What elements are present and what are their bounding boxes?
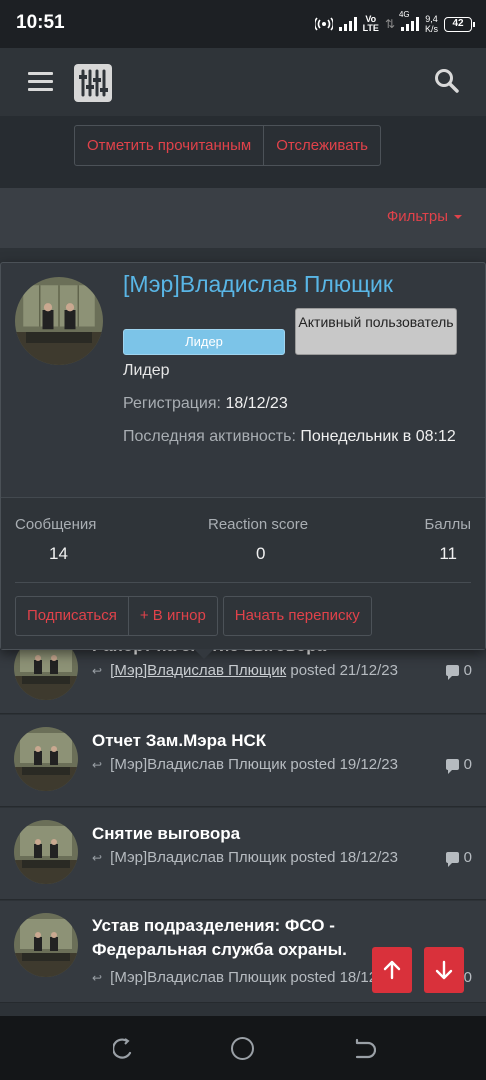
divider xyxy=(15,582,471,583)
avatar[interactable] xyxy=(14,727,78,791)
thread-row[interactable]: Отчет Зам.Мэра НСК ↩ [Мэр]Владислав Плющ… xyxy=(0,715,486,807)
thread-author[interactable]: [Мэр]Владислав Плющик xyxy=(110,756,286,773)
member-stats: Сообщения 14 Reaction score 0 Баллы 11 П… xyxy=(1,497,485,649)
thread-meta: ↩ [Мэр]Владислав Плющик posted 21/12/23 xyxy=(92,662,398,679)
arrow-up-icon xyxy=(383,960,401,980)
hamburger-icon[interactable] xyxy=(28,72,53,92)
filters-dropdown[interactable]: Фильтры xyxy=(387,208,462,225)
thread-meta: ↩ [Мэр]Владислав Плющик posted 19/12/23 xyxy=(92,756,398,773)
start-conversation-button[interactable]: Начать переписку xyxy=(222,596,372,636)
app-header xyxy=(0,48,486,116)
filter-bar: Фильтры xyxy=(0,188,486,248)
net-speed: 9,4 K/s xyxy=(424,14,438,34)
member-actions: Подписаться + В игнор Начать переписку xyxy=(15,596,372,636)
member-role: Лидер xyxy=(123,362,170,379)
scroll-top-button[interactable] xyxy=(372,947,412,993)
battery-icon: 42 xyxy=(444,16,475,32)
thread-title[interactable]: Отчет Зам.Мэра НСК xyxy=(92,729,382,753)
mark-read-button[interactable]: Отметить прочитанным xyxy=(75,126,263,165)
back-icon[interactable] xyxy=(354,1038,376,1060)
forum-button-group: Отметить прочитанным Отслеживать xyxy=(74,125,381,166)
stat-messages-value: 14 xyxy=(49,544,68,563)
stat-points-label: Баллы xyxy=(424,516,471,533)
thread-row[interactable]: Устав подразделения: ФСО - Федеральная с… xyxy=(0,901,486,1003)
last-activity-info: Последняя активность: Понедельник в 08:1… xyxy=(123,428,456,445)
thread-row[interactable]: Снятие выговора ↩ [Мэр]Владислав Плющик … xyxy=(0,808,486,900)
reply-icon: ↩ xyxy=(92,664,103,678)
home-icon[interactable] xyxy=(231,1037,254,1060)
avatar[interactable] xyxy=(14,913,78,977)
system-nav-bar xyxy=(0,1016,486,1080)
status-icons: Vo LTE ⇅ 4G 9,4 K/s 42 xyxy=(314,10,475,36)
forum-actions-bar: Отметить прочитанным Отслеживать xyxy=(0,116,486,188)
comment-icon xyxy=(445,665,459,680)
reply-count: 0 xyxy=(445,849,472,867)
reply-icon: ↩ xyxy=(92,971,103,985)
active-user-badge: Активный пользователь xyxy=(295,308,457,355)
reply-count: 0 xyxy=(445,756,472,774)
volte-indicator: Vo LTE xyxy=(362,14,379,33)
thread-date: posted 18/12/23 xyxy=(290,849,398,866)
search-icon[interactable] xyxy=(434,68,460,94)
stat-messages-label: Сообщения xyxy=(15,516,97,533)
thread-date: posted 21/12/23 xyxy=(290,662,398,679)
signal-icon xyxy=(338,17,357,31)
leader-badge: Лидер xyxy=(123,329,285,355)
member-avatar[interactable] xyxy=(15,277,103,365)
member-name[interactable]: [Мэр]Владислав Плющик xyxy=(123,271,393,298)
arrow-down-icon xyxy=(435,960,453,980)
stat-reaction-value: 0 xyxy=(256,544,266,563)
equalizer-logo[interactable] xyxy=(74,64,112,102)
member-tooltip: [Мэр]Владислав Плющик Активный пользоват… xyxy=(0,262,486,650)
thread-meta: ↩ [Мэр]Владислав Плющик posted 18/12/23 xyxy=(92,969,398,986)
filters-label: Фильтры xyxy=(386,208,448,225)
thread-title[interactable]: Снятие выговора xyxy=(92,822,382,846)
recent-apps-icon[interactable] xyxy=(113,1038,133,1060)
ignore-button[interactable]: + В игнор xyxy=(127,597,217,635)
comment-icon xyxy=(445,759,459,774)
signal-4g-icon: 4G xyxy=(399,10,419,31)
watch-button[interactable]: Отслеживать xyxy=(263,126,380,165)
subscribe-button[interactable]: Подписаться xyxy=(16,597,128,635)
status-time: 10:51 xyxy=(16,12,65,33)
thread-title[interactable]: Устав подразделения: ФСО - Федеральная с… xyxy=(92,914,372,962)
thread-author[interactable]: [Мэр]Владислав Плющик xyxy=(110,969,286,986)
registration-info: Регистрация: 18/12/23 xyxy=(123,395,288,412)
thread-date: posted 19/12/23 xyxy=(290,756,398,773)
reply-icon: ↩ xyxy=(92,758,103,772)
data-arrows-icon: ⇅ xyxy=(384,17,395,31)
stat-reaction-label: Reaction score xyxy=(208,516,309,533)
tooltip-arrow xyxy=(194,649,214,659)
reply-icon: ↩ xyxy=(92,851,103,865)
thread-author[interactable]: [Мэр]Владислав Плющик xyxy=(110,662,286,679)
stat-points-value: 11 xyxy=(439,544,457,563)
scroll-bottom-button[interactable] xyxy=(424,947,464,993)
thread-author[interactable]: [Мэр]Владислав Плющик xyxy=(110,849,286,866)
hotspot-icon xyxy=(314,17,333,31)
reply-count: 0 xyxy=(445,662,472,680)
follow-ignore-group: Подписаться + В игнор xyxy=(15,596,218,636)
avatar[interactable] xyxy=(14,820,78,884)
caret-down-icon xyxy=(454,215,462,220)
status-bar: 10:51 Vo LTE ⇅ 4G 9,4 K/s 42 xyxy=(0,0,486,48)
thread-meta: ↩ [Мэр]Владислав Плющик posted 18/12/23 xyxy=(92,849,398,866)
comment-icon xyxy=(445,852,459,867)
